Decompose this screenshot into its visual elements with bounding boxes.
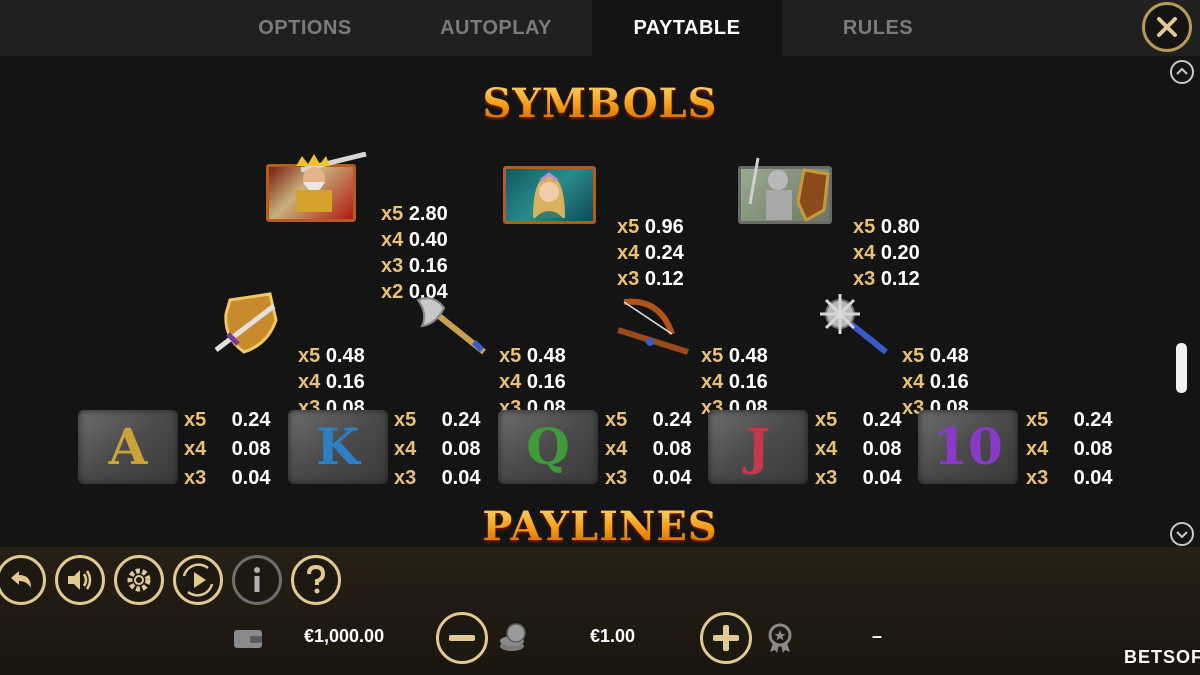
bet-value: €1.00 bbox=[590, 626, 636, 646]
letter-j-symbol: J bbox=[708, 410, 808, 484]
betsoft-logo: BETSOFT bbox=[1124, 647, 1200, 667]
balance-value: €1,000.00 bbox=[304, 626, 385, 646]
paytable-panel: SYMBOLS x5 2.80 x4 0.40 x3 0.16 x2 0.04 … bbox=[0, 56, 1200, 547]
close-icon bbox=[1157, 17, 1177, 37]
award-icon bbox=[768, 623, 792, 653]
wallet-icon bbox=[234, 630, 262, 648]
sound-button[interactable] bbox=[55, 555, 105, 605]
king-icon bbox=[296, 152, 367, 212]
battle-axe-icon bbox=[416, 297, 486, 355]
sound-icon bbox=[68, 570, 92, 590]
paylines-heading: PAYLINES bbox=[0, 503, 1200, 547]
letter-q-pays: x5 0.24 x4 0.08 x3 0.04 bbox=[605, 409, 692, 489]
chevron-up-icon bbox=[1176, 67, 1188, 75]
info-button[interactable] bbox=[232, 555, 282, 605]
symbols-heading: SYMBOLS bbox=[0, 80, 1200, 127]
letter-q: Q bbox=[526, 417, 570, 476]
crossbow-symbol bbox=[610, 290, 694, 363]
increase-bet-button[interactable] bbox=[700, 612, 752, 664]
win-value: – bbox=[872, 626, 883, 646]
battle-axe-symbol bbox=[414, 292, 488, 361]
letter-q-symbol: Q bbox=[498, 410, 598, 484]
letter-k: K bbox=[316, 417, 360, 476]
tab-paytable[interactable]: PAYTABLE bbox=[592, 0, 782, 56]
letter-k-pays: x5 0.24 x4 0.08 x3 0.04 bbox=[394, 409, 481, 489]
info-icon bbox=[254, 567, 260, 592]
help-icon bbox=[307, 564, 326, 594]
knight-icon bbox=[748, 157, 830, 222]
letter-k-symbol: K bbox=[288, 410, 388, 484]
knight-pays: x5 0.80 x4 0.20 x3 0.12 bbox=[853, 216, 920, 290]
back-icon bbox=[11, 571, 31, 588]
sword-shield-icon bbox=[214, 292, 278, 354]
back-button[interactable] bbox=[0, 555, 46, 605]
tab-options[interactable]: OPTIONS bbox=[210, 0, 400, 56]
tab-rules[interactable]: RULES bbox=[783, 0, 973, 56]
settings-button[interactable] bbox=[114, 555, 164, 605]
mace-symbol bbox=[816, 290, 892, 363]
princess-pays: x5 0.96 x4 0.24 x3 0.12 bbox=[617, 216, 684, 290]
sword-shield-symbol bbox=[210, 290, 286, 361]
help-button[interactable] bbox=[291, 555, 341, 605]
number-10-symbol: 10 bbox=[918, 410, 1018, 484]
autoplay-icon bbox=[182, 563, 214, 597]
crossbow-icon bbox=[617, 298, 689, 355]
decrease-bet-button[interactable] bbox=[436, 612, 488, 664]
coins-icon bbox=[500, 623, 526, 651]
settings-icon bbox=[127, 568, 151, 592]
tab-bar: OPTIONS AUTOPLAY PAYTABLE RULES bbox=[0, 0, 1200, 56]
autoplay-button[interactable] bbox=[173, 555, 223, 605]
plus-icon bbox=[713, 625, 739, 651]
number-10: 10 bbox=[933, 417, 1003, 476]
king-pays: x5 2.80 x4 0.40 x3 0.16 x2 0.04 bbox=[381, 203, 448, 303]
mace-icon bbox=[820, 294, 888, 355]
princess-icon bbox=[533, 172, 565, 218]
letter-j-pays: x5 0.24 x4 0.08 x3 0.04 bbox=[815, 409, 902, 489]
letter-a-symbol: A bbox=[78, 410, 178, 484]
letter-j: J bbox=[746, 417, 770, 476]
number-10-pays: x5 0.24 x4 0.08 x3 0.04 bbox=[1026, 409, 1113, 489]
close-button[interactable] bbox=[1142, 2, 1192, 52]
letter-a-pays: x5 0.24 x4 0.08 x3 0.04 bbox=[184, 409, 271, 489]
scrollbar-thumb[interactable] bbox=[1176, 343, 1187, 393]
tab-autoplay[interactable]: AUTOPLAY bbox=[401, 0, 591, 56]
letter-a: A bbox=[108, 417, 148, 476]
minus-icon bbox=[449, 635, 475, 641]
